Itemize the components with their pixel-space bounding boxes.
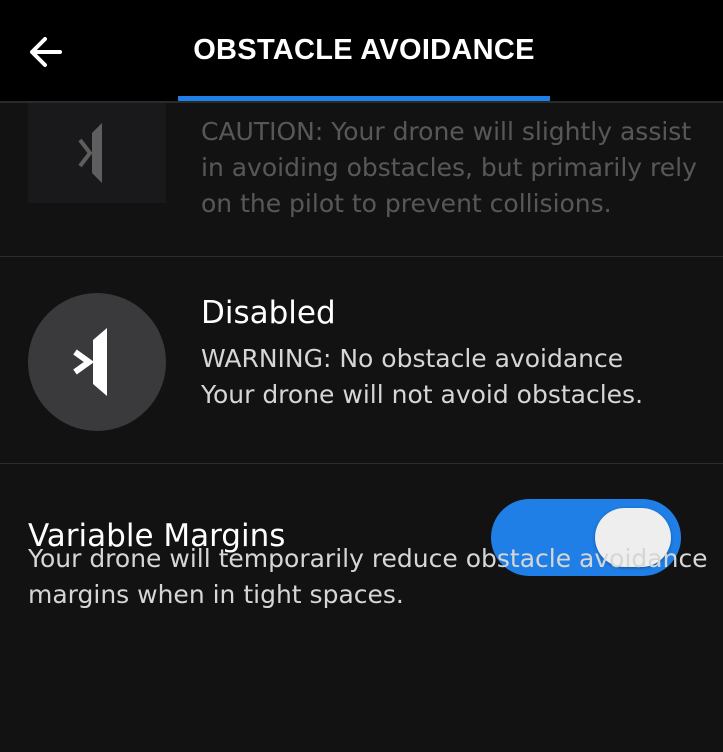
top-app-bar: OBSTACLE AVOIDANCE bbox=[0, 0, 723, 103]
variable-margins-description: Your drone will temporarily reduce obsta… bbox=[28, 544, 708, 609]
option-disabled-warning: WARNING: No obstacle avoidance bbox=[201, 344, 624, 373]
page-title: OBSTACLE AVOIDANCE bbox=[193, 34, 535, 66]
obstacle-avoidance-partial-icon bbox=[78, 123, 102, 183]
settings-list: CAUTION: Your drone will slightly assist… bbox=[0, 103, 723, 752]
back-button[interactable] bbox=[24, 30, 68, 74]
option-disabled-row[interactable]: Disabled WARNING: No obstacle avoidance … bbox=[0, 257, 723, 463]
option-caution-text: CAUTION: Your drone will slightly assist… bbox=[201, 117, 697, 218]
option-caution-row[interactable]: CAUTION: Your drone will slightly assist… bbox=[0, 103, 723, 256]
arrow-left-icon bbox=[30, 37, 62, 67]
tab-indicator bbox=[178, 96, 550, 101]
option-disabled-description: Your drone will not avoid obstacles. bbox=[201, 380, 644, 409]
option-disabled-icon-circle bbox=[28, 293, 166, 431]
option-caution-icon-box bbox=[28, 103, 166, 203]
obstacle-avoidance-disabled-icon bbox=[73, 328, 107, 396]
option-disabled-title: Disabled bbox=[201, 295, 336, 331]
